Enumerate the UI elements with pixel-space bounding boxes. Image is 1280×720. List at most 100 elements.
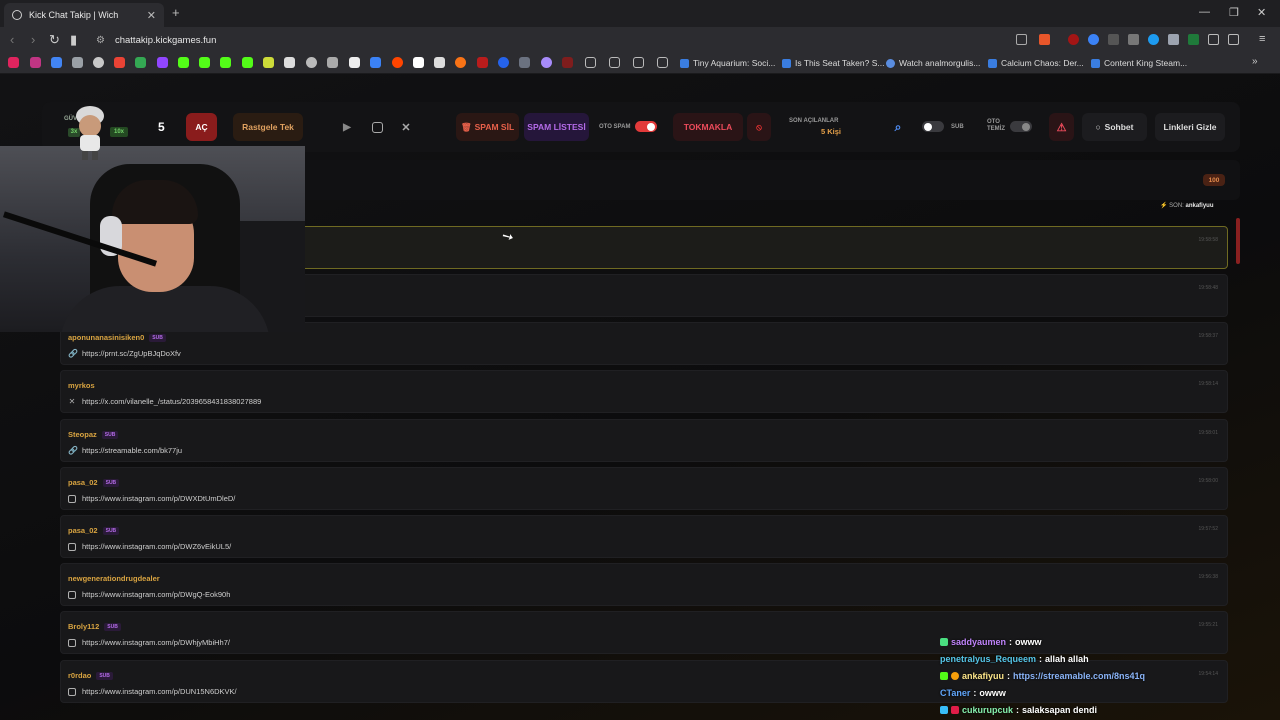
browser-tab[interactable]: Kick Chat Takip | Wich ✕: [4, 3, 164, 27]
bookmark-item[interactable]: Content King Steam...: [1091, 58, 1187, 68]
card-time: 19:58:37: [1198, 333, 1218, 339]
link-card[interactable]: myrkos ✕ https://x.com/vilanelle_/status/…: [60, 370, 1228, 413]
chat-button[interactable]: ○ Sohbet: [1082, 113, 1147, 141]
youtube-icon[interactable]: ▶: [339, 113, 355, 141]
more-bookmarks-icon[interactable]: »: [1252, 56, 1258, 67]
card-link[interactable]: 🔗 https://prnt.sc/ZgUpBJqDoXfv: [68, 349, 181, 358]
extension-audio-icon[interactable]: [1088, 34, 1099, 45]
bookmark-item[interactable]: Watch analmorgulis...: [886, 58, 980, 68]
bookmark-gmail-icon[interactable]: [114, 57, 125, 68]
auto-spam-toggle[interactable]: [635, 121, 657, 132]
bookmark-drive-icon[interactable]: [135, 57, 146, 68]
x-twitter-icon[interactable]: ✕: [398, 113, 414, 141]
minimize-icon[interactable]: —: [1199, 6, 1210, 18]
link-card[interactable]: pasa_02 SUB https://www.instagram.com/p/D…: [60, 515, 1228, 558]
bookmark-kick-icon[interactable]: [178, 57, 189, 68]
card-link[interactable]: https://www.instagram.com/p/DUN15N6DKVK/: [68, 687, 237, 696]
link-card[interactable]: Steopaz SUB 🔗 https://streamable.com/bk77j…: [60, 419, 1228, 462]
hide-links-button[interactable]: Linkleri Gizle: [1155, 113, 1225, 141]
instagram-icon[interactable]: [369, 113, 385, 141]
bookmark-kick-icon[interactable]: [220, 57, 231, 68]
link-card[interactable]: pasa_02 SUB https://www.instagram.com/p/D…: [60, 467, 1228, 510]
bookmark-x-icon[interactable]: [349, 57, 360, 68]
extension-icon[interactable]: [1168, 34, 1179, 45]
watch-icon: [886, 58, 895, 68]
extension-icon[interactable]: [1148, 34, 1159, 45]
hammer-button[interactable]: TOKMAKLA: [673, 113, 743, 141]
card-link[interactable]: https://www.instagram.com/p/DWZ6vEikUL5/: [68, 542, 231, 551]
bookmark-folder-icon[interactable]: [633, 57, 644, 68]
reload-icon[interactable]: ↻: [49, 32, 60, 48]
new-tab-icon[interactable]: +: [172, 5, 180, 20]
bookmark-icon[interactable]: [434, 57, 445, 68]
bookmark-item[interactable]: Tiny Aquarium: Soci...: [680, 58, 775, 68]
badge-icon: [951, 706, 959, 714]
bookmark-item[interactable]: Is This Seat Taken? S...: [782, 58, 884, 68]
ublock-icon[interactable]: [1068, 34, 1079, 45]
sidebar-icon[interactable]: [1228, 34, 1239, 45]
spam-delete-button[interactable]: 🗑 SPAM SİL: [456, 113, 519, 141]
card-link[interactable]: ✕ https://x.com/vilanelle_/status/2039658…: [68, 397, 262, 406]
bookmark-folder-icon[interactable]: [585, 57, 596, 68]
bookmark-reddit-icon[interactable]: [392, 57, 403, 68]
bookmark-google-icon[interactable]: [51, 57, 62, 68]
scrollbar[interactable]: [1236, 218, 1240, 264]
spam-list-button[interactable]: SPAM LİSTESİ: [524, 113, 589, 141]
bookmark-youtube-icon[interactable]: [8, 57, 19, 68]
open-button[interactable]: AÇ: [186, 113, 217, 141]
url-field[interactable]: ⚙ chattakip.kickgames.fun: [92, 31, 1032, 50]
card-link[interactable]: https://www.instagram.com/p/DWgQ-Eok90h: [68, 590, 230, 599]
bookmark-folder-icon[interactable]: [657, 57, 668, 68]
back-icon[interactable]: ‹: [10, 32, 14, 47]
bookmark-icon[interactable]: [263, 57, 274, 68]
bookmark-twitch-icon[interactable]: [157, 57, 168, 68]
bookmark-icon[interactable]: [498, 57, 509, 68]
random-one-button[interactable]: Rastgele Tek: [233, 113, 303, 141]
bookmark-icon[interactable]: [306, 57, 317, 68]
card-link[interactable]: 🔗 https://streamable.com/bk77ju: [68, 446, 182, 455]
bookmark-icon[interactable]: [519, 57, 530, 68]
bookmark-kick-icon[interactable]: [242, 57, 253, 68]
link-card[interactable]: newgenerationdrugdealer https://www.inst…: [60, 563, 1228, 606]
bookmark-icon[interactable]: [455, 57, 466, 68]
site-settings-icon[interactable]: ⚙: [96, 35, 105, 46]
bookmark-icon[interactable]: [327, 57, 338, 68]
sub-toggle[interactable]: [922, 121, 944, 132]
extension-icon[interactable]: [1108, 34, 1119, 45]
card-time: 19:58:01: [1198, 430, 1218, 436]
card-username: myrkos: [68, 381, 95, 390]
bookmark-kick-icon[interactable]: [199, 57, 210, 68]
extension-icon[interactable]: [1188, 34, 1199, 45]
menu-icon[interactable]: ≡: [1259, 34, 1270, 45]
search-icon[interactable]: ⌕: [886, 113, 910, 141]
bookmark-icon[interactable]: [72, 57, 83, 68]
bookmark-icon[interactable]: [93, 57, 104, 68]
bookmark-icon[interactable]: [284, 57, 295, 68]
bookmark-icon[interactable]: [541, 57, 552, 68]
brave-shield-icon[interactable]: [1039, 34, 1050, 45]
bookmark-icon[interactable]: [562, 57, 573, 68]
tab-close-icon[interactable]: ✕: [147, 9, 156, 22]
auto-clean-toggle[interactable]: [1010, 121, 1032, 132]
share-icon[interactable]: [1016, 34, 1027, 45]
extensions-puzzle-icon[interactable]: [1208, 34, 1219, 45]
bookmark-item[interactable]: Calcium Chaos: Der...: [988, 58, 1084, 68]
window-close-icon[interactable]: ✕: [1257, 6, 1266, 19]
bookmark-folder-icon[interactable]: [609, 57, 620, 68]
warning-icon[interactable]: ⚠: [1049, 113, 1074, 141]
card-link[interactable]: https://www.instagram.com/p/DWXDtUmDleD/: [68, 494, 235, 503]
bookmark-icon[interactable]: [477, 57, 488, 68]
card-link[interactable]: https://www.instagram.com/p/DWhjyMbiHh7/: [68, 638, 230, 647]
forward-icon[interactable]: ›: [31, 32, 35, 47]
restore-icon[interactable]: ❐: [1229, 6, 1239, 19]
ban-icon[interactable]: ⦸: [747, 113, 771, 141]
bookmark-icon[interactable]: [413, 57, 424, 68]
bookmark-icon[interactable]: ▮: [70, 32, 77, 48]
bookmark-icon[interactable]: [370, 57, 381, 68]
lightning-icon: ⚡: [1160, 203, 1168, 209]
extension-icon[interactable]: [1128, 34, 1139, 45]
link-icon: 🔗: [68, 445, 78, 455]
link-card[interactable]: r0rdao SUB https://www.instagram.com/p/DU…: [60, 660, 1228, 703]
bookmark-instagram-icon[interactable]: [30, 57, 41, 68]
link-card[interactable]: Broly112 SUB https://www.instagram.com/p/…: [60, 611, 1228, 654]
